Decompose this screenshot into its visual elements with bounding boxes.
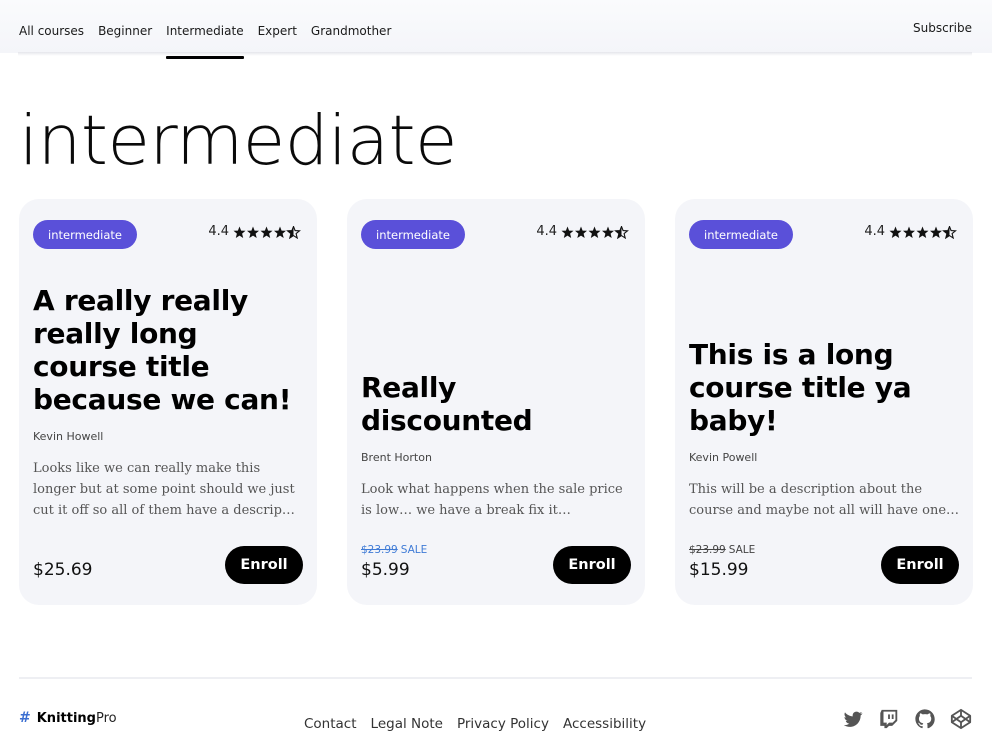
nav-shadow: [18, 52, 972, 56]
github-link[interactable]: [914, 708, 936, 730]
rating: 4.4: [864, 223, 957, 241]
old-price-row: $23.99 SALE: [689, 543, 755, 557]
level-badge: intermediate: [33, 220, 137, 249]
nav-link-all-courses[interactable]: All courses: [19, 23, 84, 41]
price-block: $23.99 SALE $15.99: [689, 543, 755, 581]
price-block: $25.69: [33, 559, 92, 581]
enroll-button[interactable]: Enroll: [881, 546, 959, 584]
star-rating-icon: [889, 225, 957, 239]
sale-label: SALE: [728, 544, 756, 556]
top-navigation: All courses Beginner Intermediate Expert…: [0, 0, 992, 59]
twitch-link[interactable]: [878, 708, 900, 730]
footer-item-contact: Contact: [304, 713, 357, 732]
github-icon: [915, 709, 935, 729]
course-description: This will be a description about the cou…: [689, 482, 960, 518]
footer-divider: [19, 677, 972, 679]
footer-link-contact[interactable]: Contact: [304, 716, 357, 732]
rating-value: 4.4: [536, 224, 557, 239]
subscribe-link[interactable]: Subscribe: [913, 20, 972, 36]
rating-value: 4.4: [864, 224, 885, 239]
course-description: Looks like we can really make this longe…: [33, 461, 295, 518]
price: $5.99: [361, 560, 410, 580]
twitter-link[interactable]: [842, 708, 864, 730]
nav-link-expert[interactable]: Expert: [258, 23, 297, 41]
footer-item-accessibility: Accessibility: [563, 713, 646, 732]
star-rating-icon: [561, 225, 629, 239]
card-body: Really discounted Brent Horton Look what…: [361, 371, 631, 521]
nav-link-intermediate[interactable]: Intermediate: [166, 23, 245, 59]
nav-item-expert: Expert: [258, 20, 297, 41]
page-title: intermediate: [19, 101, 458, 181]
old-price: $23.99: [689, 544, 726, 556]
hash-icon: #: [19, 710, 31, 726]
course-description: Look what happens when the sale price is…: [361, 482, 623, 518]
footer-link-legal-note[interactable]: Legal Note: [371, 716, 443, 732]
price: $25.69: [33, 560, 93, 580]
brand-logo[interactable]: # KnittingPro: [19, 710, 117, 726]
course-title[interactable]: A really really really long course title…: [33, 284, 303, 416]
codepen-link[interactable]: [950, 708, 972, 730]
rating-value: 4.4: [208, 224, 229, 239]
brand-name-light: Pro: [95, 710, 117, 726]
nav-item-intermediate: Intermediate: [166, 20, 245, 59]
social-links: [842, 708, 972, 730]
course-card: intermediate 4.4 Really discounted Brent…: [347, 199, 645, 605]
enroll-button[interactable]: Enroll: [553, 546, 631, 584]
footer-link-accessibility[interactable]: Accessibility: [563, 716, 646, 732]
footer-item-privacy: Privacy Policy: [457, 713, 549, 732]
footer-links: Contact Legal Note Privacy Policy Access…: [304, 713, 646, 732]
nav-link-grandmother[interactable]: Grandmother: [311, 23, 391, 41]
level-badge: intermediate: [689, 220, 793, 249]
course-title[interactable]: This is a long course title ya baby!: [689, 338, 959, 437]
old-price-row: $23.99 SALE: [361, 543, 427, 557]
codepen-icon: [950, 708, 972, 730]
course-author: Kevin Howell: [33, 430, 104, 443]
nav-list: All courses Beginner Intermediate Expert…: [19, 20, 391, 59]
card-body: This is a long course title ya baby! Kev…: [689, 338, 959, 521]
rating: 4.4: [536, 223, 629, 241]
course-card: intermediate 4.4 This is a long course t…: [675, 199, 973, 605]
old-price: $23.99: [361, 544, 398, 556]
level-badge: intermediate: [361, 220, 465, 249]
card-body: A really really really long course title…: [33, 284, 303, 521]
brand-name-bold: Knitting: [36, 710, 96, 726]
course-author: Kevin Powell: [689, 451, 758, 464]
nav-item-grandmother: Grandmother: [311, 20, 391, 41]
price-block: $23.99 SALE $5.99: [361, 543, 427, 581]
star-rating-icon: [233, 225, 301, 239]
course-author: Brent Horton: [361, 451, 432, 464]
sale-label: SALE: [400, 544, 428, 556]
twitter-icon: [843, 711, 863, 727]
twitch-icon: [880, 709, 898, 729]
brand-name: KnittingPro: [37, 711, 117, 726]
course-list: intermediate 4.4 A really really really …: [19, 199, 973, 605]
footer-link-privacy-policy[interactable]: Privacy Policy: [457, 716, 549, 732]
course-card: intermediate 4.4 A really really really …: [19, 199, 317, 605]
nav-item-beginner: Beginner: [98, 20, 152, 41]
nav-link-beginner[interactable]: Beginner: [98, 23, 152, 41]
nav-item-all: All courses: [19, 20, 84, 41]
price: $15.99: [689, 560, 749, 580]
rating: 4.4: [208, 223, 301, 241]
course-title[interactable]: Really discounted: [361, 371, 631, 437]
enroll-button[interactable]: Enroll: [225, 546, 303, 584]
footer-item-legal: Legal Note: [371, 713, 443, 732]
